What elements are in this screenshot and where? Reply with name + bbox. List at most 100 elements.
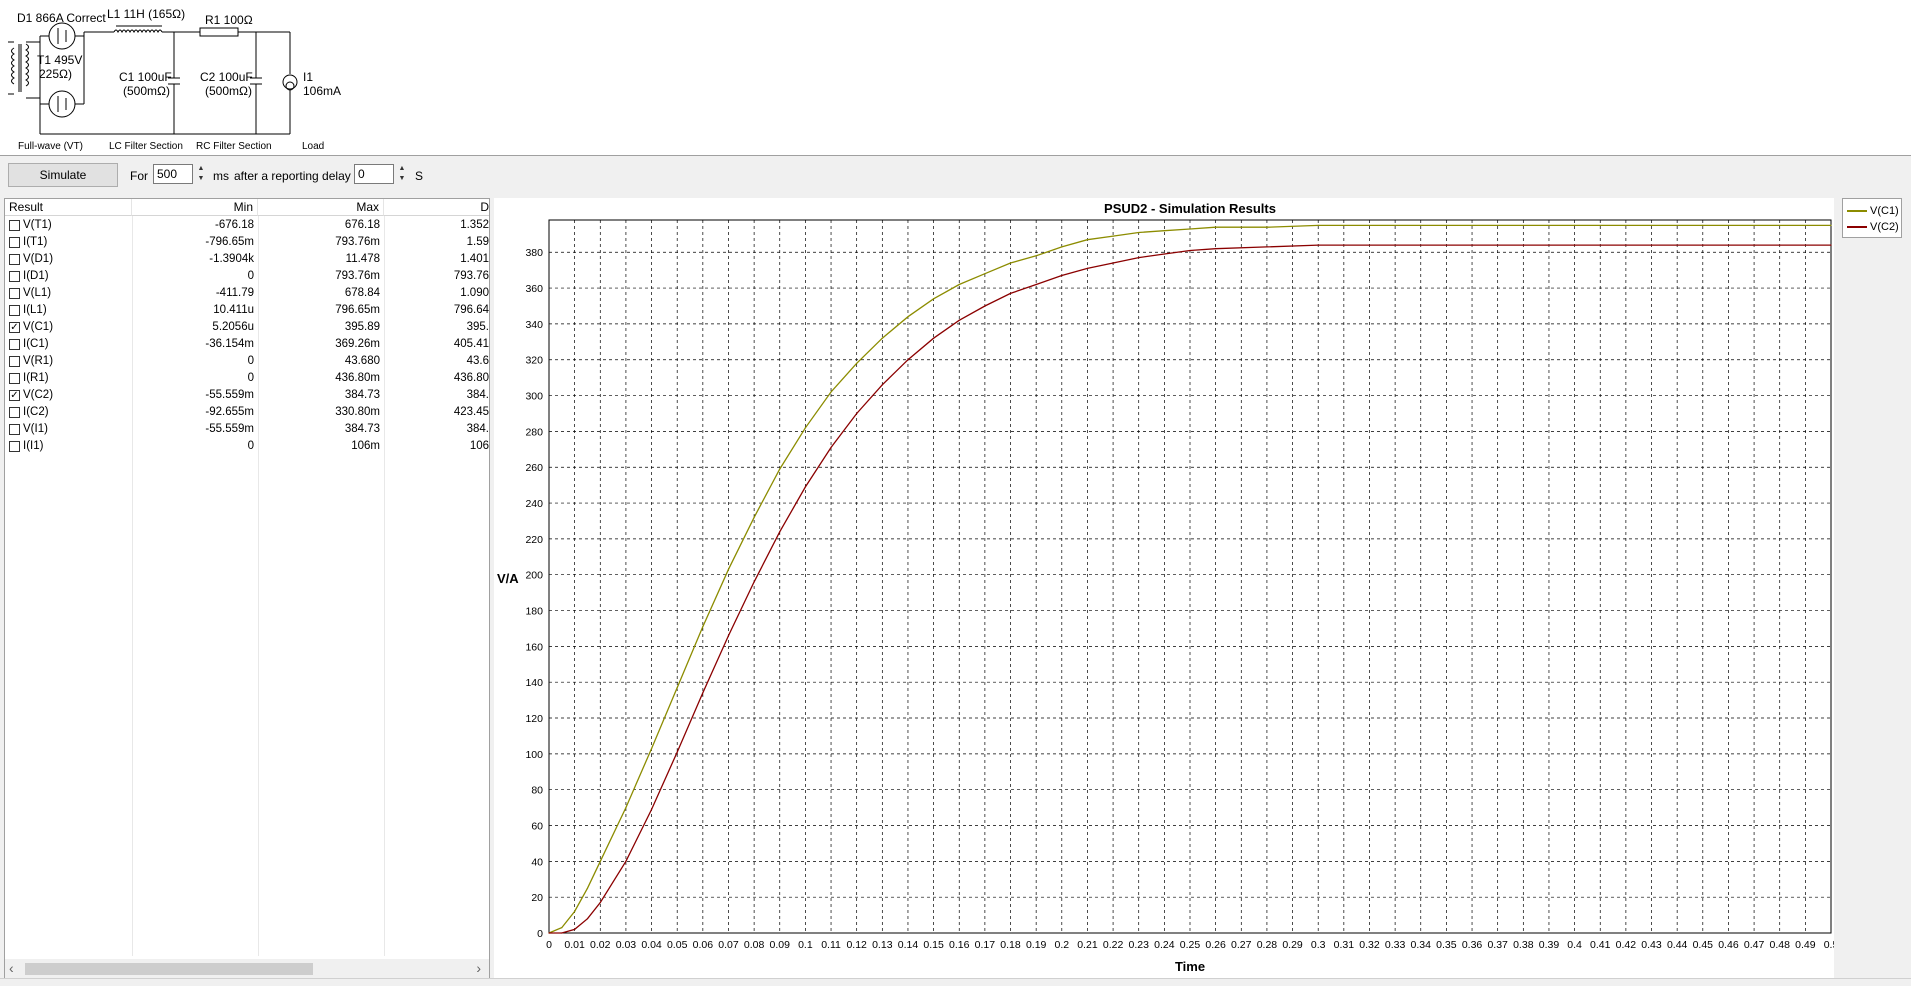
row-checkbox[interactable] xyxy=(9,305,20,316)
row-checkbox[interactable]: ✓ xyxy=(9,390,20,401)
horizontal-scrollbar[interactable]: ‹ › xyxy=(5,959,489,979)
x-tick-label: 0.23 xyxy=(1129,939,1150,951)
table-row[interactable]: V(T1) -676.18 676.18 1.352 xyxy=(5,217,489,234)
row-d: 384. xyxy=(466,423,489,435)
x-tick-label: 0.21 xyxy=(1077,939,1098,951)
x-tick-label: 0.41 xyxy=(1590,939,1611,951)
data-point xyxy=(984,273,986,275)
table-row[interactable]: I(I1) 0 106m 106 xyxy=(5,438,489,455)
c1-value-label: C1 100uF xyxy=(119,70,172,84)
row-checkbox[interactable] xyxy=(9,339,20,350)
x-tick-label: 0 xyxy=(546,939,552,951)
x-tick-label: 0.34 xyxy=(1411,939,1432,951)
data-point xyxy=(1266,226,1268,228)
data-point xyxy=(548,932,550,934)
table-row[interactable]: I(D1) 0 793.76m 793.76 xyxy=(5,268,489,285)
spin-up-icon[interactable]: ▲ xyxy=(395,164,409,174)
data-point xyxy=(984,305,986,307)
x-tick-label: 0.26 xyxy=(1205,939,1226,951)
y-tick-label: 240 xyxy=(525,498,543,510)
duration-spinner[interactable]: ▲ ▼ xyxy=(194,164,208,184)
results-table[interactable]: Result Min Max D V(T1) -676.18 676.18 1.352… xyxy=(4,198,490,980)
spin-up-icon[interactable]: ▲ xyxy=(194,164,208,174)
row-d: 1.090 xyxy=(460,287,489,299)
row-d: 796.64 xyxy=(453,304,489,316)
row-max: 436.80m xyxy=(335,372,380,384)
row-max: 384.73 xyxy=(344,389,380,401)
row-checkbox[interactable] xyxy=(9,424,20,435)
row-name: I(L1) xyxy=(23,304,47,316)
row-name: V(R1) xyxy=(23,355,54,367)
row-name: V(L1) xyxy=(23,287,52,299)
y-tick-label: 260 xyxy=(525,462,543,474)
row-max: 796.65m xyxy=(335,304,380,316)
x-tick-label: 0.33 xyxy=(1385,939,1406,951)
legend-label: V(C1) xyxy=(1870,205,1899,217)
data-point xyxy=(1266,246,1268,248)
x-tick-label: 0.07 xyxy=(718,939,739,951)
delay-input[interactable] xyxy=(354,164,394,184)
scroll-left-icon[interactable]: ‹ xyxy=(9,961,14,975)
row-min: -55.559m xyxy=(205,389,254,401)
column-header-result[interactable]: Result xyxy=(5,199,132,216)
section-load-label: Load xyxy=(302,141,325,152)
table-row[interactable]: I(R1) 0 436.80m 436.80 xyxy=(5,370,489,387)
column-header-d[interactable]: D xyxy=(384,199,489,216)
data-point xyxy=(1086,267,1089,269)
x-tick-label: 0.09 xyxy=(770,939,791,951)
table-row[interactable]: V(R1) 0 43.680 43.6 xyxy=(5,353,489,370)
delay-spinner[interactable]: ▲ ▼ xyxy=(395,164,409,184)
data-point xyxy=(1163,230,1165,232)
data-point xyxy=(574,928,576,931)
data-point xyxy=(702,626,704,628)
data-point xyxy=(1035,283,1037,286)
x-tick-label: 0.37 xyxy=(1487,939,1508,951)
delay-label: after a reporting delay of xyxy=(234,169,365,183)
row-checkbox[interactable] xyxy=(9,254,20,265)
data-point xyxy=(1189,249,1191,252)
scroll-right-icon[interactable]: › xyxy=(476,961,481,975)
spin-down-icon[interactable]: ▼ xyxy=(395,174,409,184)
d1-label: D1 866A Correct xyxy=(17,11,106,25)
table-row[interactable]: I(T1) -796.65m 793.76m 1.59 xyxy=(5,234,489,251)
row-checkbox[interactable] xyxy=(9,237,20,248)
table-row[interactable]: I(C2) -92.655m 330.80m 423.45 xyxy=(5,404,489,421)
column-header-max[interactable]: Max xyxy=(258,199,384,216)
row-d: 1.59 xyxy=(466,236,489,248)
duration-input[interactable] xyxy=(153,164,193,184)
row-checkbox[interactable] xyxy=(9,288,20,299)
table-row[interactable]: ✓ V(C1) 5.2056u 395.89 395. xyxy=(5,319,489,336)
x-tick-label: 0.4 xyxy=(1567,939,1582,951)
data-point xyxy=(856,412,858,415)
row-d: 405.41 xyxy=(453,338,489,350)
row-checkbox[interactable] xyxy=(9,356,20,367)
table-row[interactable]: V(I1) -55.559m 384.73 384. xyxy=(5,421,489,438)
y-tick-label: 0 xyxy=(537,928,543,940)
row-checkbox[interactable]: ✓ xyxy=(9,322,20,333)
circuit-schematic[interactable]: D1 866A Correct L1 11H (165Ω) R1 100Ω T1… xyxy=(0,0,1911,156)
x-tick-label: 0.48 xyxy=(1770,939,1791,951)
row-checkbox[interactable] xyxy=(9,220,20,231)
row-checkbox[interactable] xyxy=(9,373,20,384)
scrollbar-thumb[interactable] xyxy=(25,963,313,975)
column-header-min[interactable]: Min xyxy=(132,199,258,216)
x-tick-label: 0.04 xyxy=(641,939,662,951)
x-tick-label: 0.49 xyxy=(1795,939,1816,951)
row-checkbox[interactable] xyxy=(9,441,20,452)
spin-down-icon[interactable]: ▼ xyxy=(194,174,208,184)
x-tick-label: 0.38 xyxy=(1513,939,1534,951)
row-name: I(C1) xyxy=(23,338,49,350)
row-checkbox[interactable] xyxy=(9,271,20,282)
row-name: V(I1) xyxy=(23,423,48,435)
row-checkbox[interactable] xyxy=(9,407,20,418)
data-point xyxy=(1215,248,1217,250)
table-row[interactable]: I(L1) 10.411u 796.65m 796.64 xyxy=(5,302,489,319)
simulate-button[interactable]: Simulate xyxy=(8,163,118,187)
y-tick-label: 100 xyxy=(525,749,543,761)
table-row[interactable]: ✓ V(C2) -55.559m 384.73 384. xyxy=(5,387,489,404)
y-tick-label: 180 xyxy=(525,606,543,618)
row-d: 384. xyxy=(466,389,489,401)
table-row[interactable]: V(L1) -411.79 678.84 1.090 xyxy=(5,285,489,302)
table-row[interactable]: I(C1) -36.154m 369.26m 405.41 xyxy=(5,336,489,353)
table-row[interactable]: V(D1) -1.3904k 11.478 1.401 xyxy=(5,251,489,268)
